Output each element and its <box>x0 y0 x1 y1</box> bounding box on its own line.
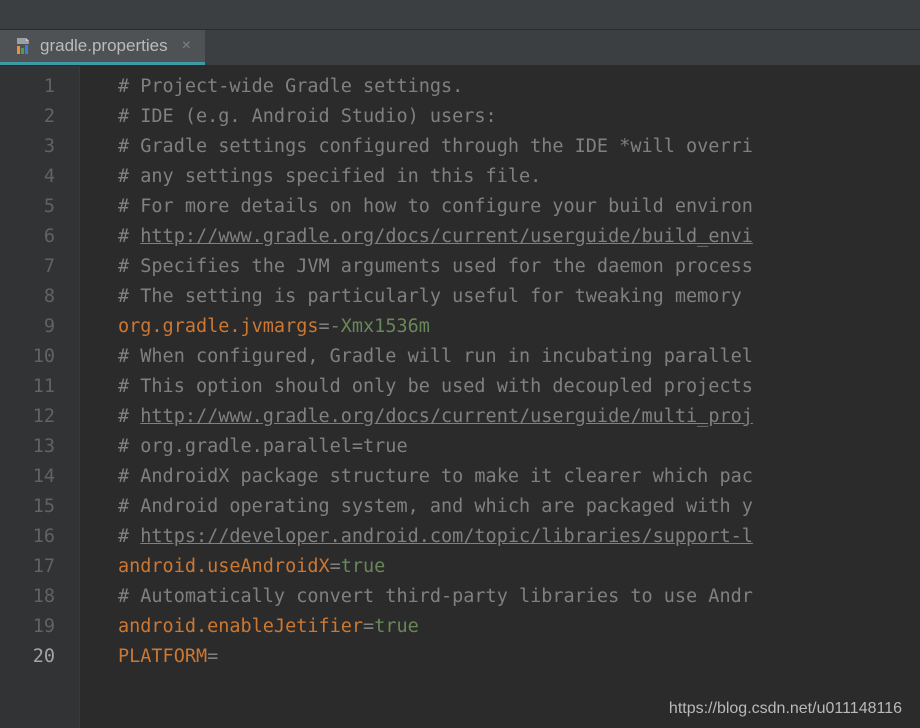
editor-area: 1234567891011121314151617181920 # Projec… <box>0 66 920 728</box>
code-line: # http://www.gradle.org/docs/current/use… <box>118 402 920 432</box>
code-line: # Project-wide Gradle settings. <box>118 72 920 102</box>
line-number: 8 <box>0 282 79 312</box>
equals-sign: = <box>318 316 329 337</box>
code-comment: # <box>118 526 140 547</box>
properties-file-icon <box>14 37 32 55</box>
code-comment: # This option should only be used with d… <box>118 376 753 397</box>
code-line: # Android operating system, and which ar… <box>118 492 920 522</box>
line-number: 14 <box>0 462 79 492</box>
ide-window: gradle.properties × 12345678910111213141… <box>0 0 920 728</box>
code-comment: # <box>118 406 140 427</box>
line-number: 19 <box>0 612 79 642</box>
editor-tab-label: gradle.properties <box>40 36 168 56</box>
line-number: 12 <box>0 402 79 432</box>
code-comment: # any settings specified in this file. <box>118 166 541 187</box>
line-number: 9 <box>0 312 79 342</box>
code-line: # Gradle settings configured through the… <box>118 132 920 162</box>
code-editor[interactable]: # Project-wide Gradle settings. # IDE (e.… <box>80 66 920 728</box>
code-comment: # IDE (e.g. Android Studio) users: <box>118 106 497 127</box>
code-comment: # For more details on how to configure y… <box>118 196 753 217</box>
property-key: org.gradle.jvmargs <box>118 316 318 337</box>
property-key: android.useAndroidX <box>118 556 330 577</box>
code-comment: # Specifies the JVM arguments used for t… <box>118 256 753 277</box>
code-comment: # Android operating system, and which ar… <box>118 496 753 517</box>
line-number: 20 <box>0 642 79 672</box>
line-number: 5 <box>0 192 79 222</box>
code-line: android.enableJetifier=true <box>118 612 920 642</box>
editor-tab-bar: gradle.properties × <box>0 30 920 66</box>
code-comment: # Gradle settings configured through the… <box>118 136 753 157</box>
property-value: true <box>374 616 419 637</box>
code-comment: # When configured, Gradle will run in in… <box>118 346 753 367</box>
code-line: # org.gradle.parallel=true <box>118 432 920 462</box>
line-number: 6 <box>0 222 79 252</box>
line-number: 16 <box>0 522 79 552</box>
code-link[interactable]: http://www.gradle.org/docs/current/userg… <box>140 406 753 427</box>
line-number: 10 <box>0 342 79 372</box>
code-line: # https://developer.android.com/topic/li… <box>118 522 920 552</box>
property-key: android.enableJetifier <box>118 616 363 637</box>
line-number: 4 <box>0 162 79 192</box>
watermark-url: https://blog.csdn.net/u011148116 <box>669 700 902 718</box>
line-number: 2 <box>0 102 79 132</box>
code-line: # AndroidX package structure to make it … <box>118 462 920 492</box>
code-line: PLATFORM= <box>118 642 920 672</box>
line-number: 15 <box>0 492 79 522</box>
code-comment: # org.gradle.parallel=true <box>118 436 408 457</box>
line-number: 17 <box>0 552 79 582</box>
code-line: # Specifies the JVM arguments used for t… <box>118 252 920 282</box>
line-number: 18 <box>0 582 79 612</box>
line-number: 1 <box>0 72 79 102</box>
code-line: # http://www.gradle.org/docs/current/use… <box>118 222 920 252</box>
line-number: 13 <box>0 432 79 462</box>
code-line: # When configured, Gradle will run in in… <box>118 342 920 372</box>
code-comment: # AndroidX package structure to make it … <box>118 466 753 487</box>
line-number-gutter: 1234567891011121314151617181920 <box>0 66 80 728</box>
code-line: # This option should only be used with d… <box>118 372 920 402</box>
property-value: -Xmx1536m <box>330 316 430 337</box>
code-line: # any settings specified in this file. <box>118 162 920 192</box>
property-key: PLATFORM <box>118 646 207 667</box>
code-comment: # Automatically convert third-party libr… <box>118 586 753 607</box>
code-line: # Automatically convert third-party libr… <box>118 582 920 612</box>
line-number: 7 <box>0 252 79 282</box>
code-link[interactable]: https://developer.android.com/topic/libr… <box>140 526 753 547</box>
code-comment: # Project-wide Gradle settings. <box>118 76 463 97</box>
top-toolbar-area <box>0 0 920 30</box>
editor-tab-gradle-properties[interactable]: gradle.properties × <box>0 30 205 65</box>
equals-sign: = <box>330 556 341 577</box>
code-comment: # <box>118 226 140 247</box>
code-line: # The setting is particularly useful for… <box>118 282 920 312</box>
code-line: org.gradle.jvmargs=-Xmx1536m <box>118 312 920 342</box>
code-comment: # The setting is particularly useful for… <box>118 286 753 307</box>
code-link[interactable]: http://www.gradle.org/docs/current/userg… <box>140 226 753 247</box>
line-number: 11 <box>0 372 79 402</box>
code-line: # For more details on how to configure y… <box>118 192 920 222</box>
equals-sign: = <box>207 646 218 667</box>
equals-sign: = <box>363 616 374 637</box>
code-line: # IDE (e.g. Android Studio) users: <box>118 102 920 132</box>
property-value: true <box>341 556 386 577</box>
line-number: 3 <box>0 132 79 162</box>
close-icon[interactable]: × <box>182 38 191 54</box>
code-line: android.useAndroidX=true <box>118 552 920 582</box>
